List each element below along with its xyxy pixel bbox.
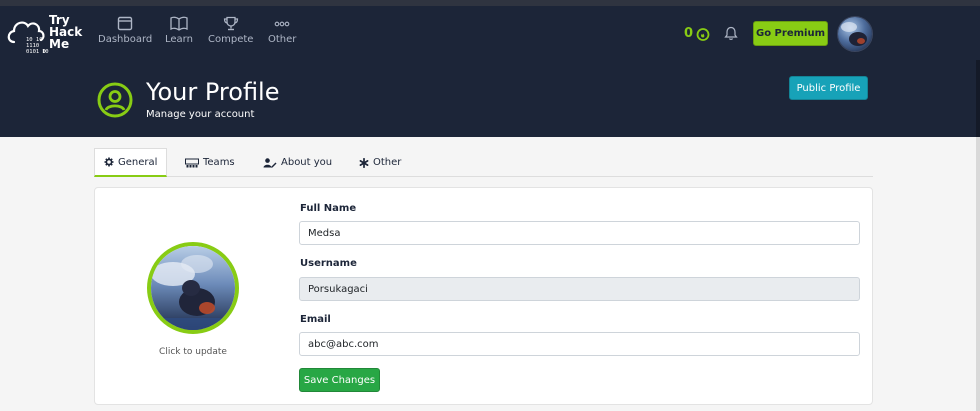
user-avatar[interactable] (837, 16, 873, 52)
avatar-image (838, 17, 872, 51)
public-profile-button[interactable]: Public Profile (789, 76, 868, 100)
nav-other[interactable]: Other (268, 16, 296, 45)
user-edit-icon (263, 157, 277, 168)
full-name-input[interactable] (299, 221, 860, 245)
banner-edge (976, 60, 980, 137)
flame-icon (696, 28, 710, 41)
more-icon (274, 21, 290, 27)
tab-teams-label: Teams (203, 157, 235, 168)
tab-general[interactable]: General (94, 148, 168, 177)
save-changes-button[interactable]: Save Changes (299, 368, 380, 392)
streak-counter[interactable]: 0 (684, 26, 710, 41)
nav-learn[interactable]: Learn (165, 16, 193, 45)
brand-text[interactable]: Try Hack Me (49, 14, 82, 50)
nav-learn-label: Learn (165, 34, 193, 45)
dashboard-icon (117, 16, 133, 31)
nav-dashboard-label: Dashboard (98, 34, 153, 45)
tab-other[interactable]: Other (350, 148, 410, 177)
gear-icon (104, 157, 114, 167)
notifications-bell[interactable] (724, 26, 738, 45)
email-input[interactable] (299, 332, 860, 356)
page-title: Your Profile (146, 78, 280, 106)
nav-compete[interactable]: Compete (208, 16, 253, 45)
profile-picture-image (151, 246, 235, 330)
trophy-icon (223, 16, 238, 31)
bell-icon (724, 26, 738, 40)
nav-other-label: Other (268, 34, 297, 45)
tab-other-label: Other (373, 157, 402, 168)
page-subtitle: Manage your account (146, 109, 255, 120)
nav-compete-label: Compete (208, 34, 254, 45)
username-label: Username (300, 258, 357, 269)
tab-about-you-label: About you (281, 157, 333, 168)
profile-tabs: General Teams About you Other (94, 148, 873, 177)
asterisk-icon (359, 157, 369, 168)
tab-about-you[interactable]: About you (254, 148, 341, 177)
teams-icon (185, 158, 199, 167)
streak-count: 0 (684, 26, 694, 41)
book-icon (170, 16, 188, 31)
tab-teams[interactable]: Teams (176, 148, 244, 177)
full-name-label: Full Name (300, 203, 357, 214)
brand-line-3: Me (49, 37, 70, 51)
username-input[interactable] (299, 277, 860, 301)
nav-dashboard[interactable]: Dashboard (98, 16, 152, 45)
logo-bits-4: 10 (42, 49, 49, 55)
scrollbar-track[interactable] (976, 137, 980, 411)
email-label: Email (300, 314, 331, 325)
tab-general-label: General (118, 156, 158, 168)
top-navbar: 10 10 1110 0101 0 10 Try Hack Me Dashboa… (0, 6, 980, 60)
go-premium-button[interactable]: Go Premium (753, 21, 828, 46)
profile-avatar-upload[interactable] (147, 242, 239, 334)
user-circle-icon (97, 82, 133, 122)
click-to-update-hint: Click to update (159, 347, 227, 357)
